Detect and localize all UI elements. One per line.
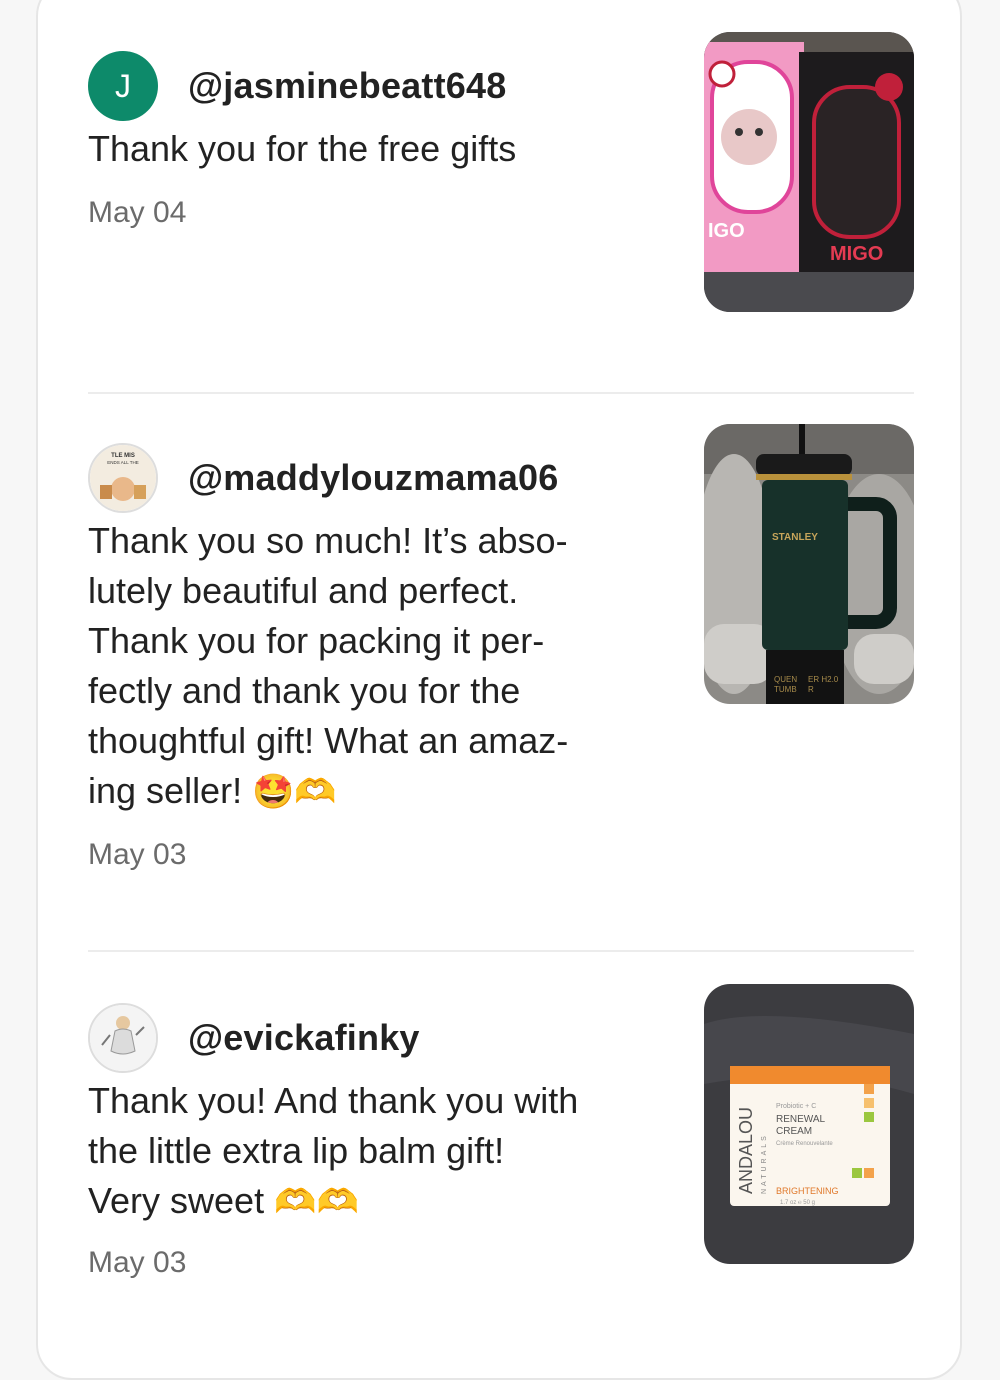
photo-label: Probiotic + C [776, 1103, 816, 1110]
review-item: J @jasminebeatt648 Thank you for the fre… [88, 32, 914, 380]
review-date: May 04 [88, 196, 187, 229]
review-text-line: Thank you! And thank you with [88, 1080, 579, 1121]
photo-label: IGO [708, 220, 745, 242]
review-header: @evickafinky [88, 1002, 420, 1074]
photo-label: STANLEY [772, 532, 818, 543]
review-text-line: Very sweet 🫶🫶 [88, 1176, 668, 1227]
review-text-line: fectly and thank you for the [88, 670, 521, 711]
photo-label: 1.7 oz ℮ 50 g [780, 1200, 815, 1206]
svg-text:TLE MIS: TLE MIS [111, 453, 135, 459]
review-photo[interactable]: IGO MIGO [704, 32, 914, 312]
review-text-line: lutely beautiful and perfect. [88, 570, 519, 611]
review-text-line: Thank you for packing it per- [88, 620, 545, 661]
avatar[interactable]: TLE MIS ENDS ALL THE [88, 443, 158, 513]
review-text: Thank you so much! It’s abso- lutely bea… [88, 516, 648, 817]
username[interactable]: @evickafinky [188, 1017, 420, 1059]
review-text-line: thoughtful gift! What an amaz- [88, 720, 569, 761]
username[interactable]: @maddylouzmama06 [188, 457, 558, 499]
review-date: May 03 [88, 1246, 187, 1279]
review-header: J @jasminebeatt648 [88, 50, 506, 122]
svg-text:ENDS ALL THE: ENDS ALL THE [107, 460, 139, 465]
photo-label: ER H2.0 [808, 675, 839, 684]
tumbler-photo: STANLEY QUEN ER H2.0 TUMB R [704, 424, 914, 704]
photo-label: TUMB [774, 685, 797, 694]
review-item: TLE MIS ENDS ALL THE @maddylouzmama06 Th… [88, 424, 914, 912]
review-header: TLE MIS ENDS ALL THE @maddylouzmama06 [88, 442, 558, 514]
review-text-line-last: Very sweet [88, 1180, 265, 1221]
migo-boxes-photo: IGO MIGO [704, 32, 914, 312]
review-text-line: Thank you so much! It’s abso- [88, 520, 568, 561]
avatar-illustration [90, 1005, 156, 1071]
review-text-line-last: ing seller! [88, 770, 243, 811]
review-text-line: ing seller! 🤩🫶 [88, 766, 648, 817]
review-photo[interactable]: ANDALOU NATURALS Probiotic + C RENEWAL C… [704, 984, 914, 1264]
photo-label: R [808, 685, 814, 694]
photo-label: RENEWAL [776, 1114, 826, 1125]
emoji: 🫶🫶 [274, 1182, 359, 1222]
emoji: 🤩🫶 [252, 772, 337, 812]
review-date: May 03 [88, 838, 187, 871]
review-text: Thank you! And thank you with the little… [88, 1076, 668, 1227]
photo-label: NATURALS [761, 1133, 768, 1194]
divider [88, 950, 914, 952]
review-photo[interactable]: STANLEY QUEN ER H2.0 TUMB R [704, 424, 914, 704]
username[interactable]: @jasminebeatt648 [188, 65, 506, 107]
review-item: @evickafinky Thank you! And thank you wi… [88, 984, 914, 1322]
review-text-line: the little extra lip balm gift! [88, 1130, 505, 1171]
photo-label: Crème Renouvelante [776, 1141, 833, 1147]
reviews-card: J @jasminebeatt648 Thank you for the fre… [36, 0, 962, 1380]
avatar-illustration: TLE MIS ENDS ALL THE [90, 445, 156, 511]
photo-label: CREAM [776, 1126, 812, 1137]
review-text: Thank you for the free gifts [88, 128, 517, 169]
avatar[interactable] [88, 1003, 158, 1073]
photo-label: MIGO [830, 243, 883, 265]
avatar[interactable]: J [88, 51, 158, 121]
cream-jar-photo: ANDALOU NATURALS Probiotic + C RENEWAL C… [704, 984, 914, 1264]
photo-label: BRIGHTENING [776, 1186, 839, 1196]
photo-label: ANDALOU [736, 1107, 756, 1194]
photo-label: QUEN [774, 675, 797, 684]
divider [88, 392, 914, 394]
